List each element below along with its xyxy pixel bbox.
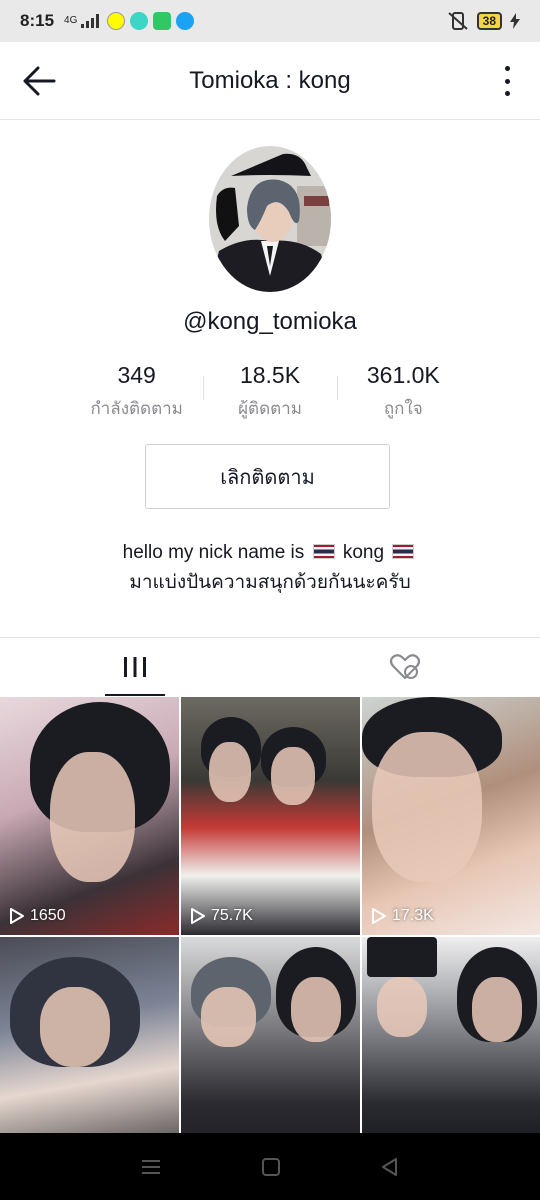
video-thumbnail[interactable]: 75.7K [181,697,360,935]
profile-stats: 349 กำลังติดตาม 18.5K ผู้ติดตาม 361.0K ถ… [70,362,470,422]
video-view-count: 17.3K [392,907,434,924]
home-icon[interactable] [261,1157,281,1177]
page-title: Tomioka : kong [189,66,351,94]
menu-icon[interactable] [140,1158,162,1176]
video-view-count: 1650 [30,907,66,924]
back-arrow-icon[interactable] [22,66,56,96]
play-icon [10,908,24,924]
bio-line-1: hello my nick name is kong [0,538,540,568]
video-views: 75.7K [191,907,253,925]
tab-liked[interactable] [270,638,540,696]
signal-icon [81,14,100,28]
vibrate-mute-icon [447,12,468,30]
unfollow-button[interactable]: เลิกติดตาม [145,444,390,509]
network-type: 4G [64,15,78,26]
battery-indicator: 38 [476,12,502,30]
avatar[interactable] [209,146,331,292]
stat-likes[interactable]: 361.0K ถูกใจ [336,362,470,422]
profile-header: Tomioka : kong [0,42,540,120]
twitter-icon [176,12,195,30]
status-bar: 8:15 4G 38 [0,0,540,42]
status-time: 8:15 [20,11,55,30]
bio-line-2: มาแบ่งปันความสนุกด้วยกันนะครับ [129,572,411,593]
video-views: 1650 [10,907,66,925]
thailand-flag-icon [392,544,415,559]
likes-count: 361.0K [366,362,440,388]
bio-nickname: kong [342,542,385,563]
charging-icon [510,13,520,29]
download-icon [153,12,172,30]
avatar-image [209,146,331,292]
video-thumbnail[interactable]: 1650 [0,697,179,935]
video-views: 17.3K [372,907,434,925]
video-grid: 1650 75.7K 17.3K [0,697,540,1175]
profile-username: @kong_tomioka [183,308,357,335]
stat-followers[interactable]: 18.5K ผู้ติดตาม [203,362,336,422]
tab-videos[interactable] [0,638,270,696]
status-right: 38 [447,11,520,31]
profile-bio: hello my nick name is kong มาแบ่งปันความ… [0,538,540,598]
play-icon [191,908,205,924]
profile-tabs [0,638,540,696]
more-options-icon[interactable] [502,66,512,96]
emoji-app-icon [130,12,149,30]
stat-following[interactable]: 349 กำลังติดตาม [70,362,203,422]
thailand-flag-icon [312,544,335,559]
video-view-count: 75.7K [211,907,253,924]
play-icon [372,908,386,924]
following-count: 349 [117,362,156,388]
grid-icon [124,657,146,677]
following-label: กำลังติดตาม [90,399,183,418]
video-thumbnail[interactable]: 17.3K [362,697,540,935]
likes-label: ถูกใจ [383,399,423,418]
back-icon[interactable] [380,1157,400,1177]
followers-count: 18.5K [239,362,301,388]
followers-label: ผู้ติดตาม [238,399,302,418]
system-nav-bar [0,1133,540,1200]
bio-greeting: hello my nick name is [122,542,305,563]
snapchat-icon [107,12,126,30]
liked-hidden-icon [389,654,421,680]
